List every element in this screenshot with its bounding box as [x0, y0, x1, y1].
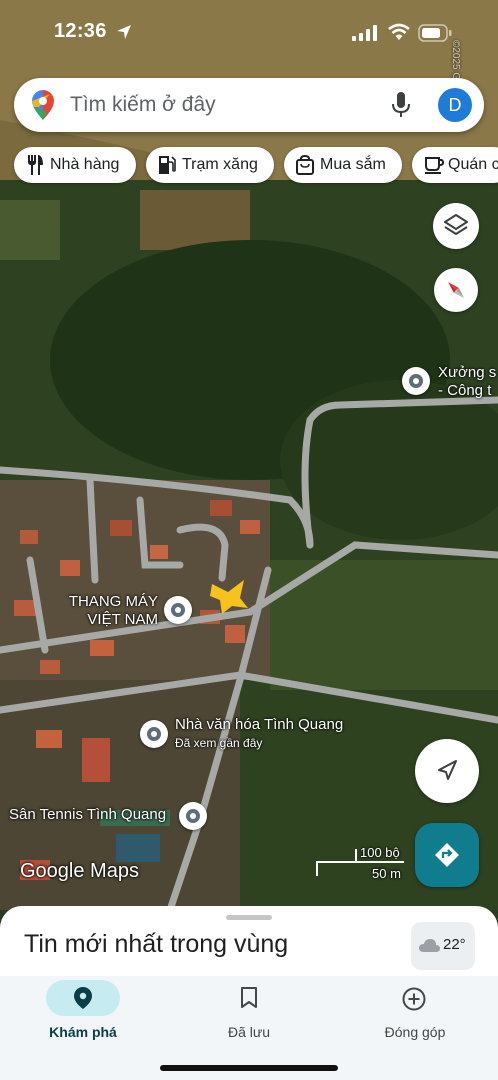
- add-circle-icon: [402, 987, 426, 1011]
- place-marker-icon[interactable]: [179, 802, 207, 830]
- bookmark-icon: [241, 987, 257, 1008]
- chip-label: Quán c: [448, 156, 498, 173]
- place-label-nha-van-hoa[interactable]: Nhà văn hóa Tình Quang Đã xem gần đây: [175, 716, 343, 752]
- tab-label: Đóng góp: [384, 1024, 446, 1040]
- layers-button[interactable]: [433, 203, 479, 249]
- place-name: THANG MÁY: [68, 593, 158, 610]
- scale-imperial: 100 bộ: [360, 845, 400, 860]
- tab-label: Khám phá: [49, 1024, 117, 1040]
- chip-gas-stations[interactable]: Trạm xăng: [146, 147, 274, 183]
- chip-label: Trạm xăng: [182, 156, 258, 173]
- gas-station-icon: [159, 156, 176, 174]
- place-subname: - Công t: [438, 382, 492, 399]
- tab-explore[interactable]: Khám phá: [0, 976, 166, 1056]
- home-indicator[interactable]: [160, 1065, 338, 1071]
- weather-temperature: 22°: [443, 936, 466, 953]
- tab-saved[interactable]: Đã lưu: [166, 976, 332, 1056]
- compass-icon: [448, 282, 464, 298]
- location-pin-icon: [74, 987, 92, 1009]
- category-chips: Nhà hàng Trạm xăng Mua sắm Quán c: [0, 147, 498, 185]
- chip-restaurants[interactable]: Nhà hàng: [14, 147, 136, 183]
- place-subname: VIỆT NAM: [87, 611, 158, 628]
- search-input[interactable]: Tìm kiếm ở đây: [70, 93, 216, 117]
- avatar[interactable]: D: [438, 88, 472, 122]
- recently-viewed-note: Đã xem gần đây: [175, 736, 263, 750]
- place-name: Xưởng s: [438, 364, 497, 381]
- chip-label: Nhà hàng: [50, 156, 120, 173]
- status-time: 12:36: [54, 20, 107, 42]
- coffee-icon: [425, 157, 444, 174]
- layers-icon: [444, 214, 468, 235]
- place-label-thang-may[interactable]: THANG MÁY VIỆT NAM: [64, 593, 158, 629]
- search-bar[interactable]: Tìm kiếm ở đây D: [14, 78, 484, 132]
- place-marker-icon[interactable]: [402, 367, 430, 395]
- battery-icon: [418, 24, 452, 42]
- place-name: Nhà văn hóa Tình Quang: [175, 716, 344, 733]
- tab-label: Đã lưu: [227, 1024, 271, 1040]
- directions-button[interactable]: [415, 823, 479, 887]
- place-marker-icon[interactable]: [164, 596, 192, 624]
- location-arrow-icon: [117, 25, 131, 39]
- place-label-xuong[interactable]: Xưởng s - Công t: [438, 364, 496, 400]
- shopping-bag-icon: [296, 155, 314, 175]
- place-label-san-tennis[interactable]: Sân Tennis Tình Quang: [9, 806, 166, 824]
- navigation-arrow-icon: [438, 760, 457, 780]
- chip-label: Mua sắm: [320, 156, 386, 173]
- microphone-icon[interactable]: [392, 92, 410, 118]
- scale-metric: 50 m: [372, 866, 401, 881]
- google-maps-pin-icon: [32, 90, 54, 120]
- directions-icon: [435, 843, 459, 867]
- google-maps-watermark: Google Maps: [20, 860, 139, 882]
- status-bar: 12:36: [0, 0, 498, 64]
- compass-button[interactable]: [434, 268, 478, 312]
- wifi-icon: [388, 23, 410, 40]
- weather-chip[interactable]: 22°: [411, 922, 475, 970]
- drag-handle[interactable]: [226, 915, 272, 920]
- my-location-button[interactable]: [415, 739, 479, 803]
- cloud-icon: [419, 939, 440, 952]
- chip-coffee[interactable]: Quán c: [412, 147, 498, 183]
- restaurant-icon: [28, 155, 43, 175]
- place-marker-icon[interactable]: [140, 720, 168, 748]
- cellular-signal-icon: [352, 25, 377, 41]
- tab-contribute[interactable]: Đóng góp: [332, 976, 498, 1056]
- chip-shopping[interactable]: Mua sắm: [284, 147, 402, 183]
- sheet-title: Tin mới nhất trong vùng: [24, 930, 289, 958]
